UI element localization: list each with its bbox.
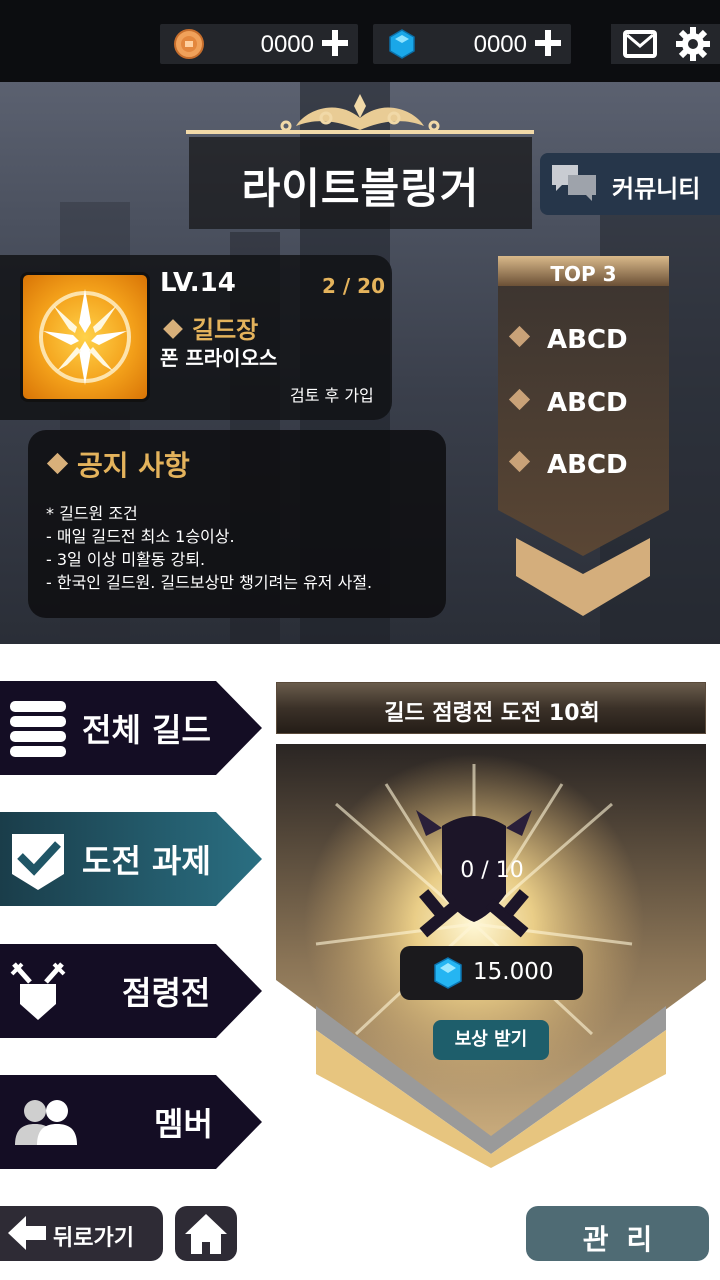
diamond-icon <box>508 325 531 348</box>
back-arrow-icon <box>8 1216 46 1250</box>
claim-reward-button[interactable]: 보상 받기 <box>433 1020 549 1060</box>
menu-members[interactable]: 멤버 <box>0 1075 262 1169</box>
back-label: 뒤로가기 <box>53 1226 134 1251</box>
add-coin-button[interactable] <box>320 28 350 58</box>
diamond-icon <box>508 450 531 473</box>
gear-icon[interactable] <box>675 26 711 62</box>
mail-icon[interactable] <box>621 27 659 61</box>
menu-challenges[interactable]: 도전 과제 <box>0 812 262 906</box>
menu-label: 점령전 <box>122 974 211 1012</box>
list-icon <box>10 701 66 757</box>
gem-counter: 0000 <box>373 24 571 64</box>
menu-occupation-war[interactable]: 점령전 <box>0 944 262 1038</box>
chat-bubbles-icon <box>552 165 596 201</box>
top3-banner <box>498 256 669 616</box>
challenge-progress: 0 / 10 <box>460 858 524 883</box>
guild-level: LV.14 <box>160 268 236 298</box>
diamond-icon <box>163 319 183 339</box>
back-button[interactable]: 뒤로가기 <box>0 1206 163 1261</box>
home-icon <box>185 1214 227 1254</box>
guild-emblem <box>20 272 150 402</box>
gem-icon <box>389 29 415 59</box>
rank-label: 길드장 <box>192 316 259 344</box>
coin-icon <box>174 29 204 59</box>
home-button[interactable] <box>175 1206 237 1261</box>
top3-title: TOP 3 <box>550 262 617 286</box>
notice-line: - 매일 길드전 최소 1승이상. <box>46 527 235 546</box>
menu-label: 멤버 <box>154 1105 213 1143</box>
challenge-title-bar: 길드 점령전 도전 10회 <box>276 682 706 734</box>
reward-amount: 15.000 <box>400 946 583 1000</box>
check-shield-icon <box>12 834 64 890</box>
top3-item: ABCD <box>508 450 628 480</box>
coin-counter: 0000 <box>160 24 358 64</box>
manage-button[interactable]: 관리 <box>526 1206 709 1261</box>
manage-label: 관리 <box>582 1223 671 1256</box>
diamond-icon <box>508 388 531 411</box>
members-icon <box>15 1100 77 1145</box>
top3-item: ABCD <box>508 325 628 355</box>
join-policy: 검토 후 가입 <box>290 386 374 405</box>
notice-line: - 3일 이상 미활동 강퇴. <box>46 550 206 569</box>
community-button[interactable]: 커뮤니티 <box>540 153 720 215</box>
guild-leader-name: 폰 프라이오스 <box>160 346 278 370</box>
guild-name-banner: 라이트블링거 <box>189 137 532 229</box>
gem-icon <box>434 957 462 989</box>
community-label: 커뮤니티 <box>612 175 701 203</box>
diamond-icon <box>46 452 69 475</box>
top3-item: ABCD <box>508 388 628 418</box>
notice-panel: 공지 사항 * 길드원 조건 - 매일 길드전 최소 1승이상. - 3일 이상… <box>28 430 446 618</box>
top-bar: 0000 0000 <box>0 0 720 82</box>
reward-value: 15.000 <box>473 959 554 985</box>
top-right-actions <box>611 24 720 64</box>
menu-label: 도전 과제 <box>82 842 211 880</box>
guild-name: 라이트블링거 <box>241 164 480 213</box>
coin-value: 0000 <box>260 31 314 58</box>
notice-line: * 길드원 조건 <box>46 504 138 523</box>
crossed-swords-shield-icon <box>10 962 66 1020</box>
member-rank: 길드장 <box>160 310 258 345</box>
menu-label: 전체 길드 <box>82 711 211 749</box>
notice-line: - 한국인 길드원. 길드보상만 챙기려는 유저 사절. <box>46 573 373 592</box>
notice-title: 공지 사항 <box>46 444 190 484</box>
add-gem-button[interactable] <box>533 28 563 58</box>
gem-value: 0000 <box>473 31 527 58</box>
challenge-title: 길드 점령전 도전 10회 <box>384 701 600 726</box>
menu-all-guilds[interactable]: 전체 길드 <box>0 681 262 775</box>
member-count: 2 / 20 <box>322 274 385 298</box>
